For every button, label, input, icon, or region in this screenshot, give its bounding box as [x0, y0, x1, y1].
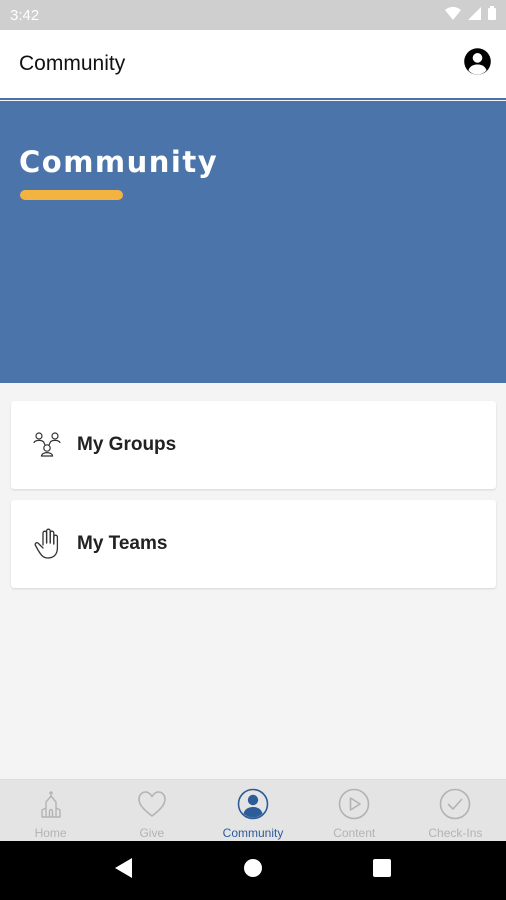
raised-hand-icon [31, 528, 63, 560]
my-groups-card[interactable]: My Groups [11, 401, 496, 489]
my-teams-label: My Teams [77, 533, 168, 554]
nav-label-home: Home [34, 826, 67, 840]
my-teams-card[interactable]: My Teams [11, 500, 496, 588]
nav-item-content[interactable]: Content [304, 780, 405, 841]
nav-item-home[interactable]: Home [0, 780, 101, 841]
back-icon [114, 857, 134, 884]
nav-label-check-ins: Check-Ins [428, 826, 483, 840]
nav-item-give[interactable]: Give [101, 780, 202, 841]
signal-icon [468, 6, 481, 24]
nav-item-check-ins[interactable]: Check-Ins [405, 780, 506, 841]
bottom-nav: Home Give Community Content Check-Ins [0, 779, 506, 841]
system-back-button[interactable] [104, 851, 144, 891]
group-icon [31, 429, 63, 461]
system-nav-bar [0, 841, 506, 900]
heart-icon [136, 788, 168, 820]
hero-title: Community [19, 145, 219, 179]
play-circle-icon [338, 788, 370, 820]
account-circle-icon [463, 47, 492, 81]
nav-label-community: Community [222, 826, 284, 840]
profile-button[interactable] [462, 47, 492, 81]
home-icon [243, 858, 263, 883]
church-icon [35, 788, 67, 820]
nav-label-give: Give [139, 826, 165, 840]
hero-accent-underline [20, 190, 123, 200]
battery-icon [488, 6, 496, 24]
system-recents-button[interactable] [362, 851, 402, 891]
person-circle-icon [237, 788, 269, 820]
recents-icon [372, 859, 391, 882]
hero-banner: Community [0, 101, 506, 383]
app-bar-title: Community [19, 52, 126, 75]
system-home-button[interactable] [233, 851, 273, 891]
app-bar: Community [0, 30, 506, 100]
nav-label-content: Content [333, 826, 376, 840]
status-bar: 3:42 [0, 0, 506, 30]
status-time: 3:42 [10, 6, 40, 24]
check-circle-icon [439, 788, 471, 820]
status-icons [445, 6, 496, 24]
my-groups-label: My Groups [77, 434, 177, 455]
wifi-icon [445, 6, 461, 24]
nav-item-community[interactable]: Community [202, 780, 303, 841]
